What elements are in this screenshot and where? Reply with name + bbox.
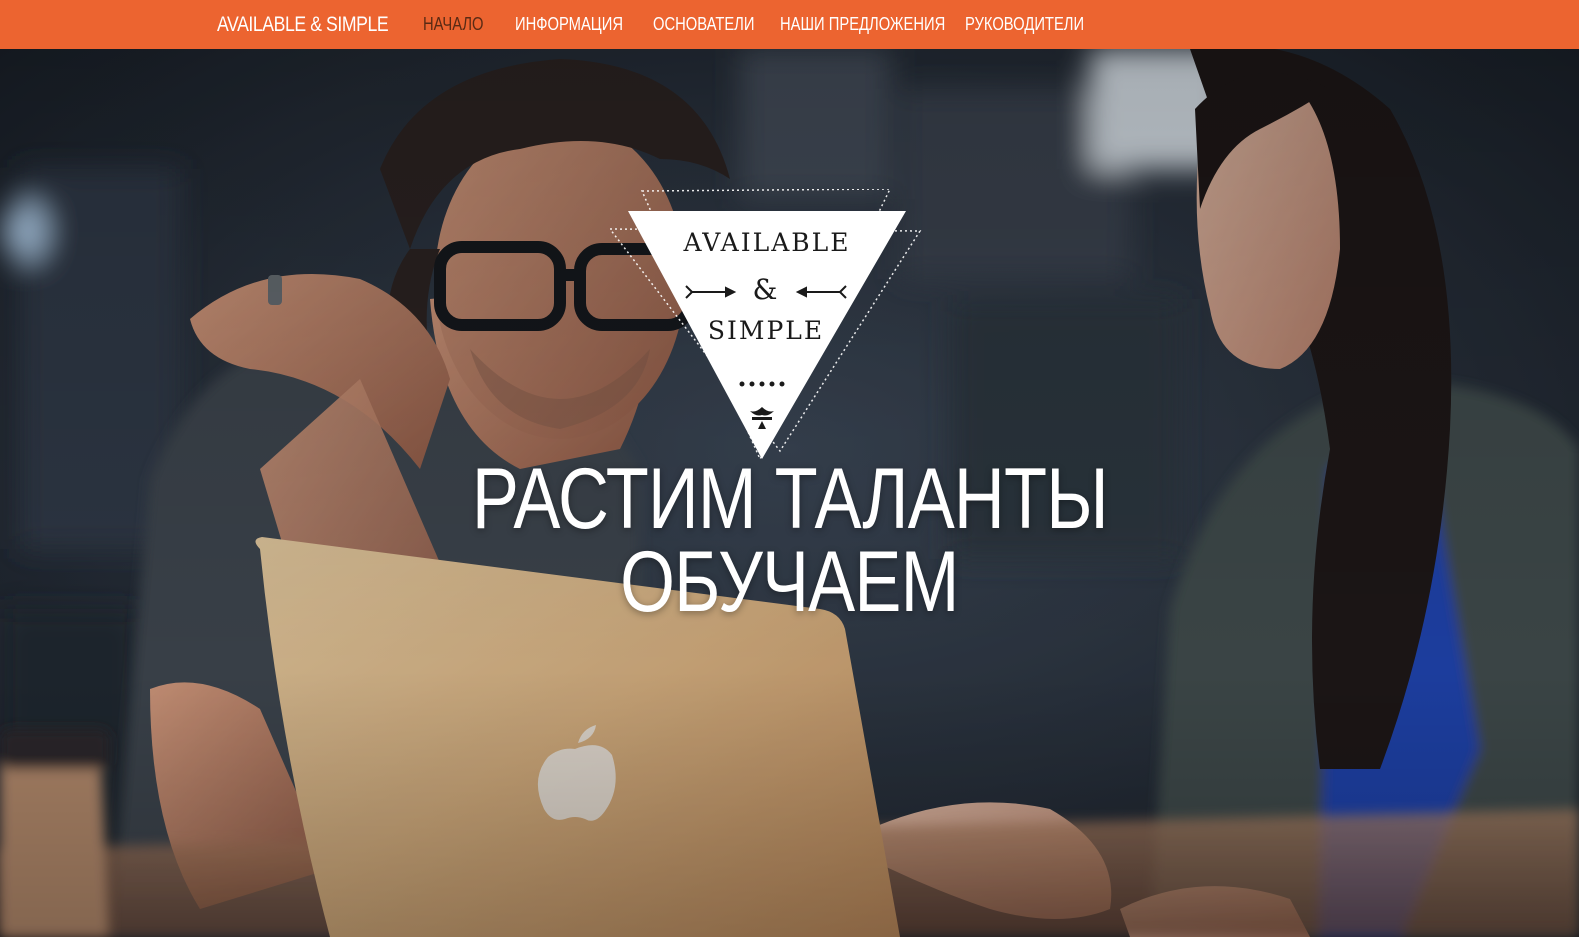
- emblem-logo: AVAILABLE & SIMPLE: [610, 189, 922, 461]
- nav-item-offers[interactable]: НАШИ ПРЕДЛОЖЕНИЯ: [780, 0, 945, 49]
- hero-section: AVAILABLE & SIMPLE РАСТИМ ТАЛАНТЫ ОБУЧАЕ…: [0, 49, 1579, 937]
- top-navbar: AVAILABLE & SIMPLE НАЧАЛО ИНФОРМАЦИЯ ОСН…: [0, 0, 1579, 49]
- hero-headline-line1: РАСТИМ ТАЛАНТЫ: [471, 451, 1108, 547]
- hero-headline-line2: ОБУЧАЕМ: [620, 534, 959, 630]
- nav-item-start[interactable]: НАЧАЛО: [423, 0, 484, 49]
- logo-line3: SIMPLE: [708, 316, 824, 345]
- nav-item-managers[interactable]: РУКОВОДИТЕЛИ: [965, 0, 1084, 49]
- logo-line2: &: [753, 273, 778, 306]
- brand-link[interactable]: AVAILABLE & SIMPLE: [217, 0, 389, 49]
- logo-line1: AVAILABLE: [683, 228, 851, 257]
- nav-item-founders[interactable]: ОСНОВАТЕЛИ: [653, 0, 754, 49]
- nav-item-info[interactable]: ИНФОРМАЦИЯ: [515, 0, 623, 49]
